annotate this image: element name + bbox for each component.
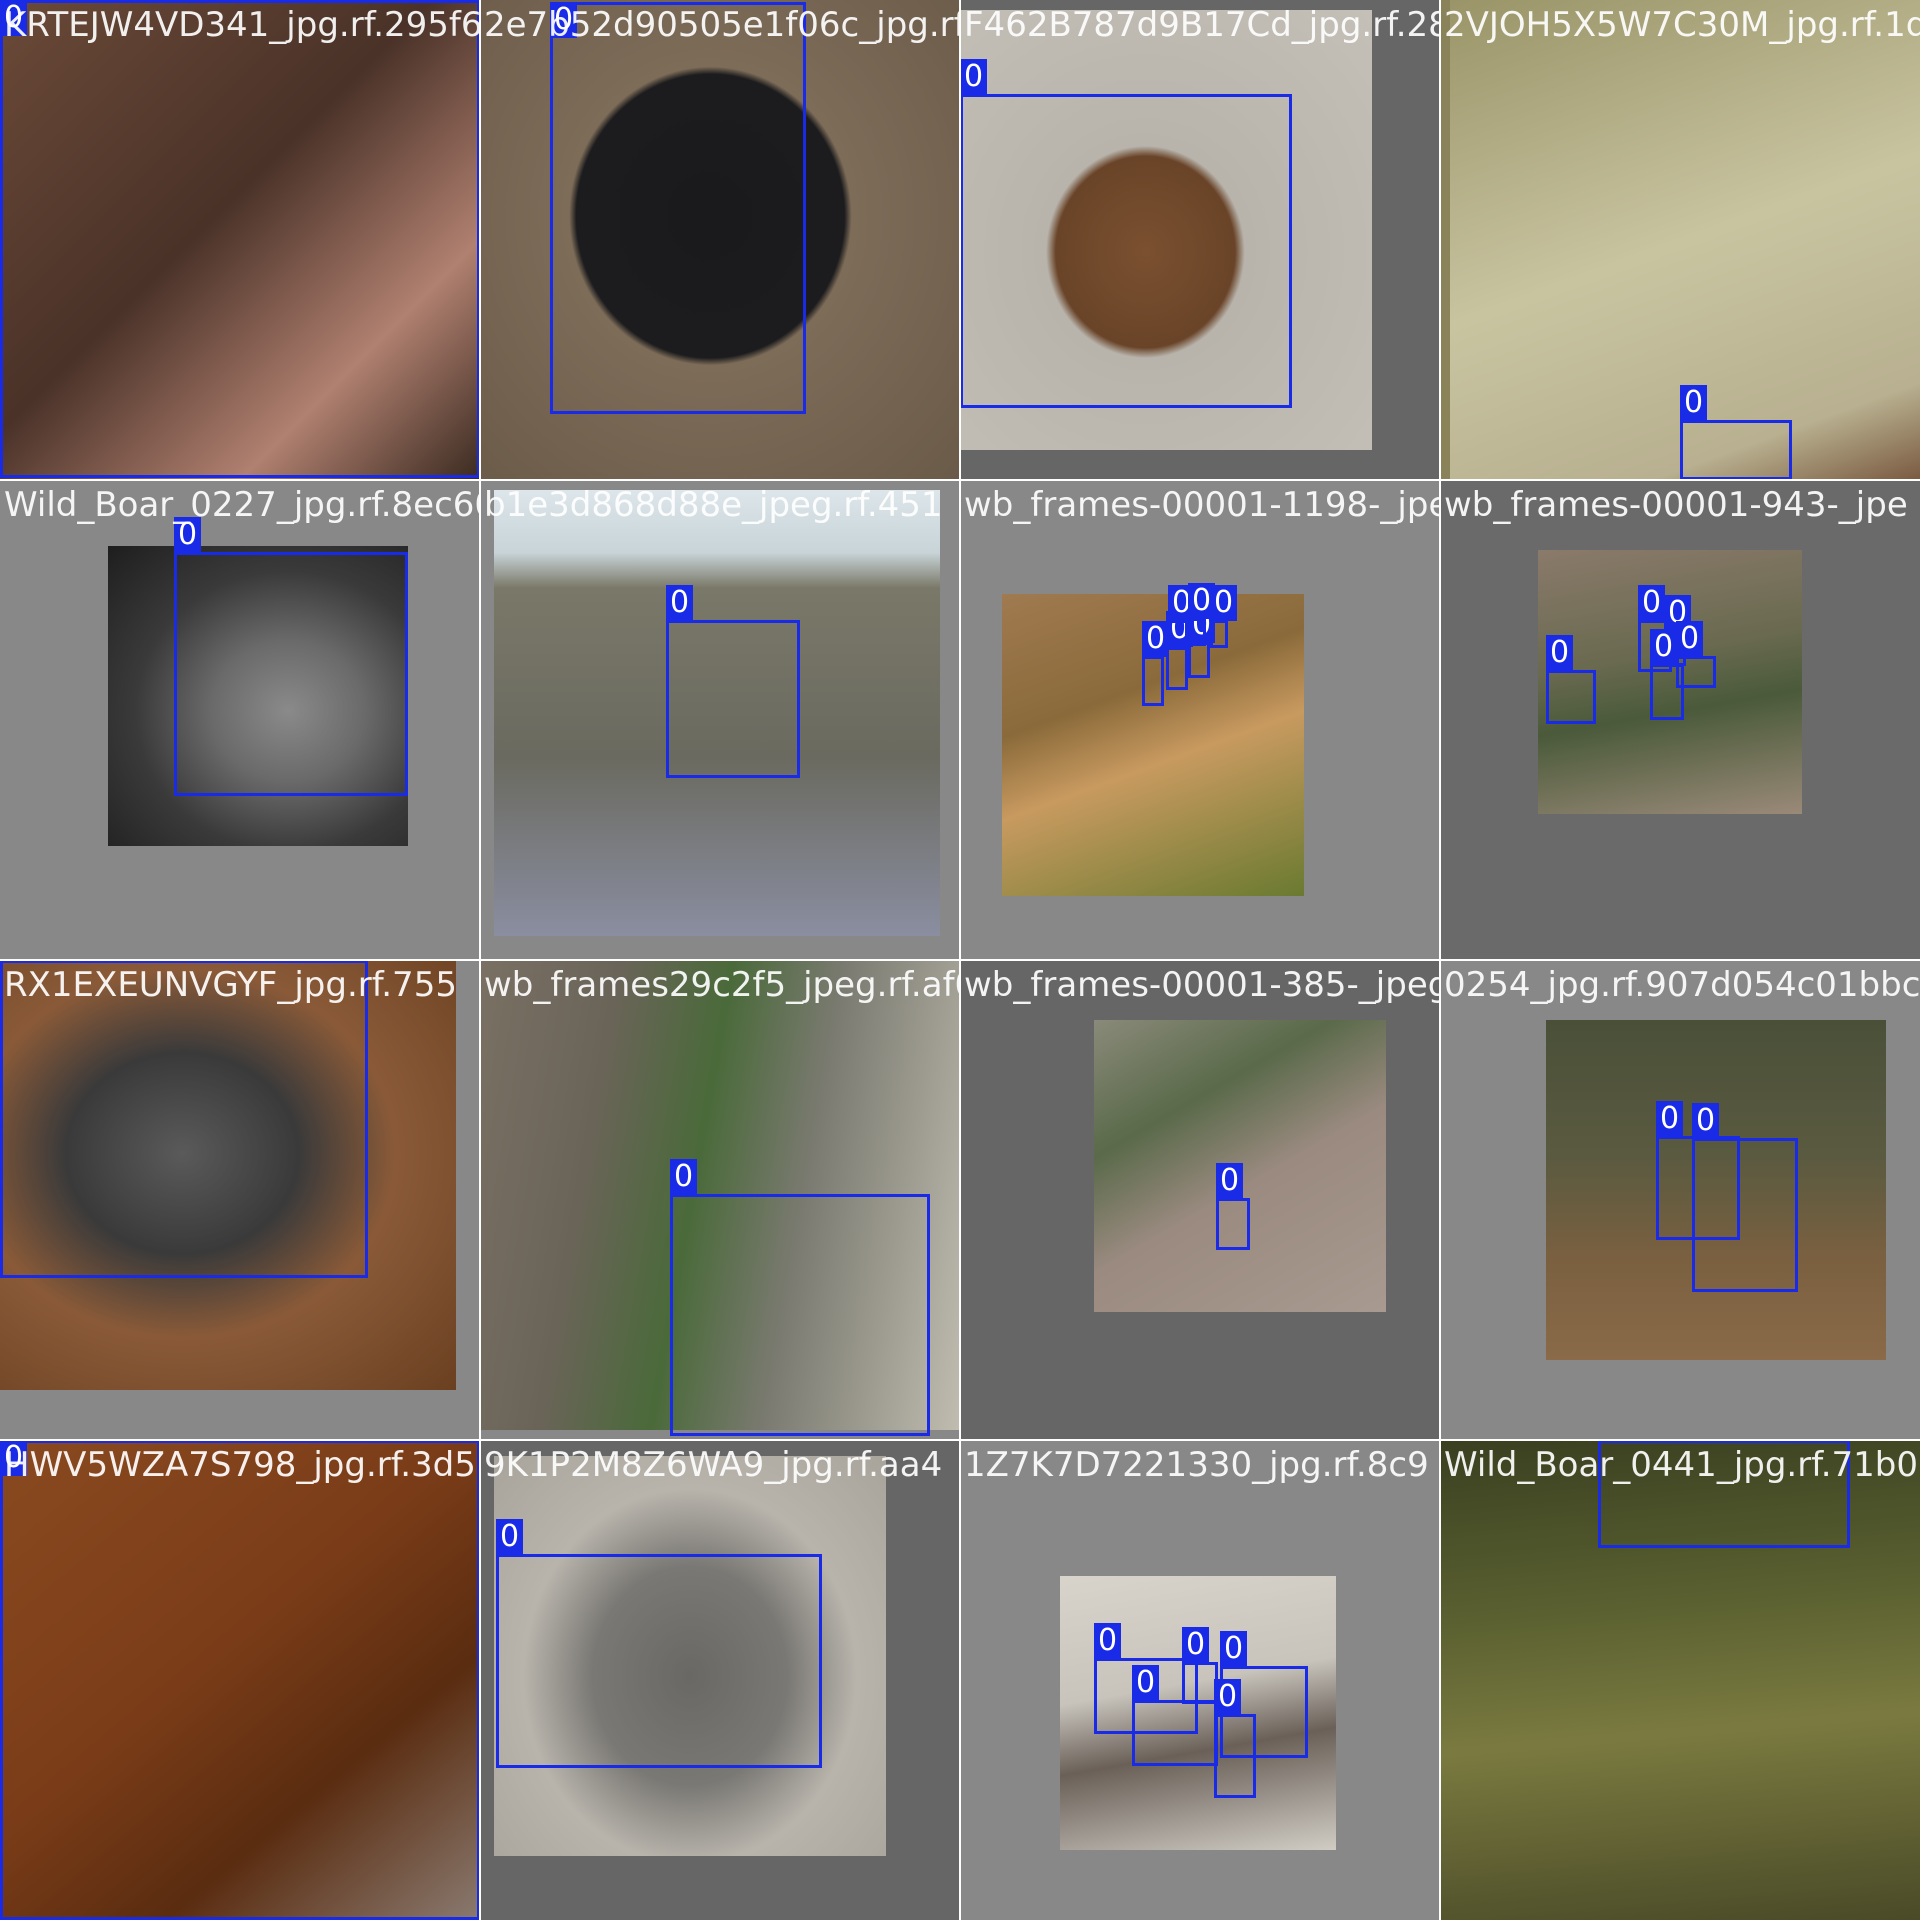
tile: 0 b1e3d868d88e_jpeg.rf.451 <box>480 480 960 960</box>
bounding-box: 0 <box>1676 621 1716 688</box>
class-label: 0 <box>1132 1665 1160 1701</box>
class-label: 0 <box>1546 635 1574 671</box>
class-label: 0 <box>1656 1101 1684 1137</box>
tile: 0 0 0254_jpg.rf.907d054c01bbc4a7 <box>1440 960 1920 1440</box>
image-filename: 2VJOH5X5W7C30M_jpg.rf.1d <box>1444 5 1920 45</box>
class-label: 0 <box>496 1519 524 1555</box>
tile: 0 Wild_Boar_0227_jpg.rf.8ec60 <box>0 480 480 960</box>
image-filename: 2e7b52d90505e1f06c_jpg.rf.8a <box>484 5 960 45</box>
image-filename: KRTEJW4VD341_jpg.rf.295f6727 <box>4 5 480 45</box>
image-filename: wb_frames-00001-385-_jpeg <box>964 965 1440 1005</box>
class-label: 0 <box>1210 585 1238 621</box>
tile: 0 9K1P2M8Z6WA9_jpg.rf.aa4 <box>480 1440 960 1920</box>
grid-divider <box>0 1439 1920 1441</box>
tile: 0 wb_frames-00001-385-_jpeg <box>960 960 1440 1440</box>
tile: 0 KRTEJW4VD341_jpg.rf.295f6727 <box>0 0 480 480</box>
bounding-box: 0 <box>1168 585 1196 650</box>
image-filename: b1e3d868d88e_jpeg.rf.451 <box>484 485 943 525</box>
tile: 0 RX1EXEUNVGYF_jpg.rf.755 <box>0 960 480 1440</box>
image-filename: RX1EXEUNVGYF_jpg.rf.755 <box>4 965 457 1005</box>
bounding-box: 0 <box>496 1519 822 1768</box>
image-filename: F462B787d9B17Cd_jpg.rf.285fc <box>964 5 1440 45</box>
class-label: 0 <box>1650 629 1678 665</box>
tile: 0 0 0 0 0 1Z7K7D7221330_jpg.rf.8c9 <box>960 1440 1440 1920</box>
bounding-box: 0 <box>0 1440 480 1920</box>
image-filename: Wild_Boar_0227_jpg.rf.8ec60 <box>4 485 480 525</box>
grid-divider <box>0 959 1920 961</box>
bounding-box: 0 <box>670 1159 930 1436</box>
tile: 0 F462B787d9B17Cd_jpg.rf.285fc <box>960 0 1440 480</box>
bounding-box: 0 <box>1680 385 1792 480</box>
class-label: 0 <box>1094 1623 1122 1659</box>
tile: 0 0 0 0 0 wb_frames-00001-943-_jpe <box>1440 480 1920 960</box>
image-filename: HWV5WZA7S798_jpg.rf.3d5 <box>4 1445 476 1485</box>
bounding-box: 0 <box>1132 1665 1218 1766</box>
bounding-box: 0 <box>0 960 368 1278</box>
image-filename: 9K1P2M8Z6WA9_jpg.rf.aa4 <box>484 1445 943 1485</box>
bounding-box: 0 <box>1188 607 1216 678</box>
mosaic-grid: 0 KRTEJW4VD341_jpg.rf.295f6727 0 2e7b52d… <box>0 0 1920 1920</box>
class-label: 0 <box>1638 585 1666 621</box>
bounding-box: 0 <box>174 517 408 796</box>
class-label: 0 <box>1182 1627 1210 1663</box>
image-filename: wb_frames-00001-943-_jpe <box>1444 485 1908 525</box>
bounding-box: 0 <box>1546 635 1596 724</box>
bounding-box: 0 <box>1166 611 1194 690</box>
tile: 0 0 0 0 0 0 wb_frames-00001-1198-_jpeg.r… <box>960 480 1440 960</box>
grid-divider <box>0 479 1920 481</box>
class-label: 0 <box>960 59 988 95</box>
bounding-box: 0 <box>960 59 1292 408</box>
class-label: 0 <box>1692 1103 1720 1139</box>
tile: 0 2e7b52d90505e1f06c_jpg.rf.8a <box>480 0 960 480</box>
class-label: 0 <box>670 1159 698 1195</box>
class-label: 0 <box>1216 1163 1244 1199</box>
class-label: 0 <box>1214 1679 1242 1715</box>
image-filename: wb_frames29c2f5_jpeg.rf.af08 <box>484 965 960 1005</box>
class-label: 0 <box>1680 385 1708 421</box>
class-label: 0 <box>666 585 694 621</box>
tile: 0 wb_frames29c2f5_jpeg.rf.af08 <box>480 960 960 1440</box>
bounding-box: 0 <box>1182 1627 1218 1704</box>
image-filename: wb_frames-00001-1198-_jpeg.rf.e1 <box>964 485 1440 525</box>
bounding-box: 0 <box>666 585 800 778</box>
bounding-box: 0 <box>1692 1103 1798 1292</box>
image-filename: Wild_Boar_0441_jpg.rf.71b0 <box>1444 1445 1918 1485</box>
bounding-box: 0 <box>0 0 480 478</box>
bounding-box: 0 <box>1210 585 1238 648</box>
tile: 0 2VJOH5X5W7C30M_jpg.rf.1d <box>1440 0 1920 480</box>
tile: 0 HWV5WZA7S798_jpg.rf.3d5 <box>0 1440 480 1920</box>
bounding-box: 0 <box>1188 583 1216 646</box>
bounding-box: 0 <box>1216 1163 1250 1250</box>
image-filename: 1Z7K7D7221330_jpg.rf.8c9 <box>964 1445 1429 1485</box>
bounding-box: 0 <box>550 2 806 414</box>
class-label: 0 <box>1676 621 1704 657</box>
class-label: 0 <box>1220 1631 1248 1667</box>
bounding-box: 0 <box>1214 1679 1256 1798</box>
tile: 0 Wild_Boar_0441_jpg.rf.71b0 <box>1440 1440 1920 1920</box>
bounding-box: 0 <box>1142 621 1170 706</box>
image-filename: 0254_jpg.rf.907d054c01bbc4a7 <box>1444 965 1920 1005</box>
